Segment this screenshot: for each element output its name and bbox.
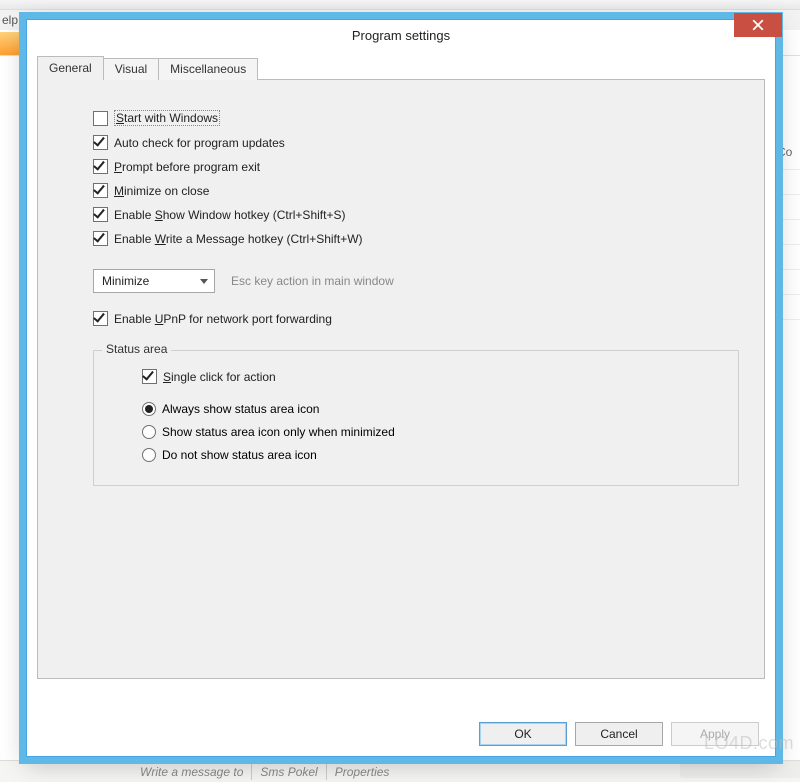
opt-show-window-hotkey: Enable Show Window hotkey (Ctrl+Shift+S) [93,207,739,222]
esc-action-row: Minimize Esc key action in main window [93,269,739,293]
opt-enable-upnp: Enable UPnP for network port forwarding [93,311,739,326]
close-icon [752,19,764,31]
cancel-button[interactable]: Cancel [575,722,663,746]
opt-auto-check-updates: Auto check for program updates [93,135,739,150]
radio-do-not-show: Do not show status area icon [142,448,720,462]
bg-topbar [0,0,800,10]
chevron-down-icon [200,279,208,284]
show-window-hotkey-checkbox[interactable] [93,207,108,222]
bg-menu-fragment: elp [2,13,18,27]
bg-write-text: Write a message to [140,765,243,779]
minimize-on-close-label[interactable]: Minimize on close [114,184,209,198]
apply-button: Apply [671,722,759,746]
ok-button[interactable]: OK [479,722,567,746]
dialog-title: Program settings [352,28,450,43]
esc-action-value: Minimize [102,274,149,288]
do-not-show-radio[interactable] [142,448,156,462]
opt-start-with-windows: Start with Windows [93,110,739,126]
opt-minimize-on-close: Minimize on close [93,183,739,198]
bg-gearstrip [680,760,800,778]
always-show-label[interactable]: Always show status area icon [162,402,319,416]
enable-upnp-label[interactable]: Enable UPnP for network port forwarding [114,312,332,326]
tab-visual[interactable]: Visual [103,58,159,80]
show-window-hotkey-label[interactable]: Enable Show Window hotkey (Ctrl+Shift+S) [114,208,345,222]
radio-always-show: Always show status area icon [142,402,720,416]
show-when-minimized-radio[interactable] [142,425,156,439]
titlebar[interactable]: Program settings [27,20,775,50]
prompt-before-exit-checkbox[interactable] [93,159,108,174]
prompt-before-exit-label[interactable]: Prompt before program exit [114,160,260,174]
single-click-action-label[interactable]: Single click for action [163,370,276,384]
bg-props-text: Properties [335,765,390,779]
esc-action-hint: Esc key action in main window [231,274,394,288]
dialog-buttons: OK Cancel Apply [479,722,759,746]
settings-dialog: Program settings General Visual Miscella… [26,19,776,757]
start-with-windows-label[interactable]: Start with Windows [114,110,220,126]
write-message-hotkey-checkbox[interactable] [93,231,108,246]
tabpanel-general: Start with Windows Auto check for progra… [37,79,765,679]
opt-write-message-hotkey: Enable Write a Message hotkey (Ctrl+Shif… [93,231,739,246]
status-area-legend: Status area [102,342,171,356]
radio-show-when-minimized: Show status area icon only when minimize… [142,425,720,439]
tabstrip: General Visual Miscellaneous [37,58,765,80]
bg-column-fragments: Co [775,145,800,320]
enable-upnp-checkbox[interactable] [93,311,108,326]
do-not-show-label[interactable]: Do not show status area icon [162,448,317,462]
tab-miscellaneous[interactable]: Miscellaneous [158,58,258,80]
auto-check-updates-checkbox[interactable] [93,135,108,150]
start-with-windows-checkbox[interactable] [93,111,108,126]
opt-prompt-before-exit: Prompt before program exit [93,159,739,174]
always-show-radio[interactable] [142,402,156,416]
bg-col-head: Co [775,145,800,170]
bg-sms-text: Sms Pokel [260,765,317,779]
minimize-on-close-checkbox[interactable] [93,183,108,198]
dialog-body: General Visual Miscellaneous Start with … [27,50,775,679]
close-button[interactable] [734,13,782,37]
single-click-action-checkbox[interactable] [142,369,157,384]
write-message-hotkey-label[interactable]: Enable Write a Message hotkey (Ctrl+Shif… [114,232,363,246]
auto-check-updates-label[interactable]: Auto check for program updates [114,136,285,150]
opt-single-click-action: Single click for action [142,369,720,384]
esc-action-select[interactable]: Minimize [93,269,215,293]
show-when-minimized-label[interactable]: Show status area icon only when minimize… [162,425,395,439]
tab-general[interactable]: General [37,56,104,80]
status-area-fieldset: Status area Single click for action Alwa… [93,350,739,486]
